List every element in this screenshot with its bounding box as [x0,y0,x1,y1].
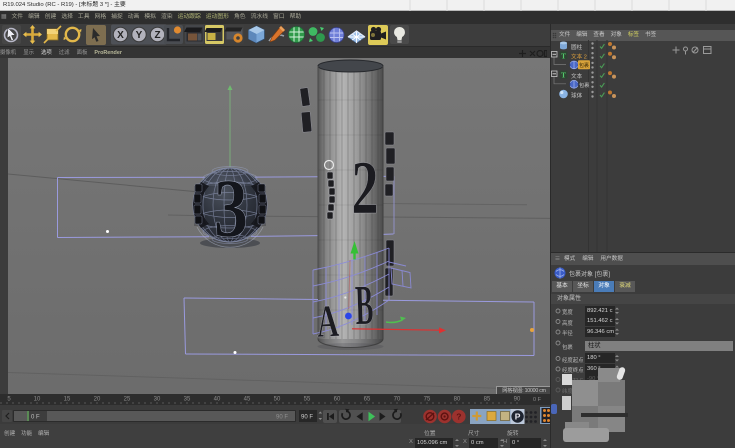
svg-text:P: P [515,411,521,421]
svg-text:文本 2: 文本 2 [571,53,587,61]
svg-text:70: 70 [394,397,401,403]
svg-text:0 F: 0 F [533,397,542,403]
svg-text:10: 10 [34,397,41,403]
svg-text:T: T [561,71,566,80]
svg-text:50: 50 [274,397,281,403]
svg-text:15: 15 [64,397,71,403]
svg-text:25: 25 [124,397,131,403]
svg-text:35: 35 [184,397,191,403]
svg-text:20: 20 [94,397,101,403]
svg-text:X: X [117,30,124,41]
svg-text:80: 80 [454,397,461,403]
svg-text:90: 90 [514,397,521,403]
svg-text:0 F: 0 F [31,415,40,421]
svg-text:?: ? [456,412,461,422]
svg-text:3: 3 [214,162,248,255]
svg-text:90 F: 90 F [276,415,288,421]
svg-text:60: 60 [334,397,341,403]
svg-text:55: 55 [304,397,311,403]
svg-text:5: 5 [7,397,11,403]
svg-text:包裹: 包裹 [579,62,589,69]
svg-text:圆柱: 圆柱 [571,43,583,51]
svg-text:85: 85 [484,397,491,403]
svg-text:65: 65 [364,397,371,403]
svg-text:75: 75 [424,397,431,403]
svg-text:A: A [315,295,340,347]
svg-text:T: T [561,51,566,60]
svg-text:Z: Z [154,30,160,41]
svg-text:B: B [354,274,374,338]
svg-text:2: 2 [352,146,379,230]
svg-text:文本: 文本 [571,72,583,80]
svg-text:包裹: 包裹 [579,81,589,89]
svg-text:球体: 球体 [571,92,583,100]
svg-text:90 F: 90 F [301,415,313,421]
svg-text:30: 30 [154,397,161,403]
svg-text:40: 40 [214,397,221,403]
svg-text:Y: Y [136,30,143,41]
svg-text:45: 45 [244,397,251,403]
